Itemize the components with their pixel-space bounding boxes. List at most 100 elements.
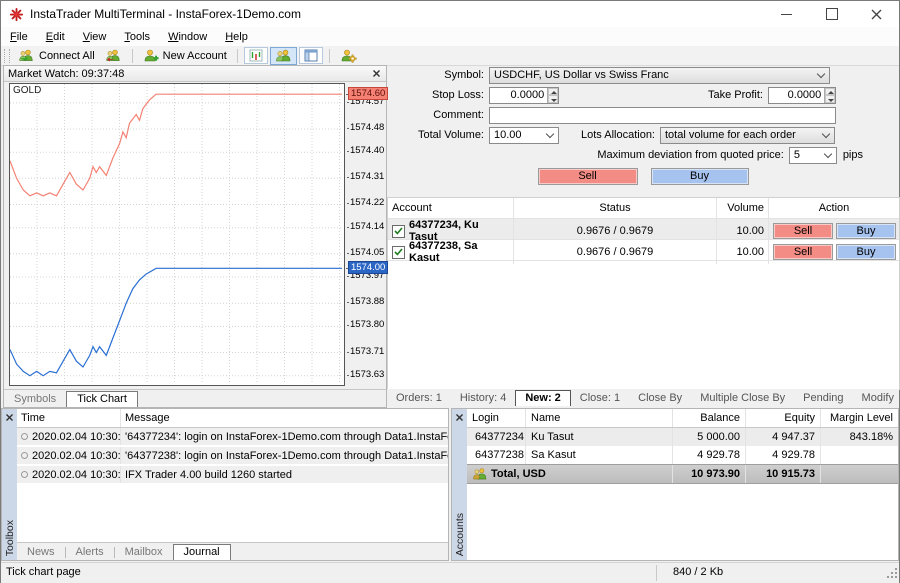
- connect-all-button[interactable]: Connect All: [13, 47, 100, 65]
- stop-loss-stepper[interactable]: [547, 88, 558, 103]
- deviation-select[interactable]: 5: [789, 147, 837, 164]
- lots-allocation-label: Lots Allocation:: [564, 129, 660, 141]
- name-cell: Ku Tasut: [526, 428, 673, 446]
- account-row[interactable]: 64377238 Sa Kasut 4 929.78 4 929.78: [467, 446, 898, 464]
- layout-view-icon: [304, 49, 318, 62]
- tick-chart-canvas: [10, 84, 342, 383]
- chevron-down-icon[interactable]: [542, 128, 558, 143]
- spin-up-icon[interactable]: [825, 88, 835, 96]
- row-sell-button[interactable]: Sell: [773, 223, 833, 239]
- price-tick-label: 1574.05: [350, 247, 384, 258]
- journal-row[interactable]: 2020.02.04 10:30:3... IFX Trader 4.00 bu…: [17, 466, 448, 485]
- lots-allocation-value: total volume for each order: [661, 129, 818, 141]
- minimize-button[interactable]: [764, 1, 809, 27]
- account-checkbox[interactable]: [392, 246, 405, 259]
- menu-help[interactable]: Help: [216, 29, 257, 45]
- maximize-button[interactable]: [809, 1, 854, 27]
- market-watch-title: Market Watch: 09:37:48: [8, 68, 370, 80]
- take-profit-input[interactable]: [769, 89, 824, 102]
- tab-pending[interactable]: Pending: [794, 391, 852, 406]
- total-equity-cell: 10 915.73: [746, 465, 821, 483]
- total-row: Total, USD 10 973.90 10 915.73: [467, 464, 898, 484]
- accounts-view-button[interactable]: [270, 47, 297, 65]
- sell-button[interactable]: Sell: [538, 168, 638, 185]
- tick-chart-view-icon: [249, 49, 263, 62]
- col-message: Message: [121, 409, 448, 427]
- close-button[interactable]: [854, 1, 899, 27]
- disconnect-all-button[interactable]: [100, 47, 127, 65]
- menu-window[interactable]: Window: [159, 29, 216, 45]
- tab-close-by[interactable]: Close By: [629, 391, 691, 406]
- comment-input[interactable]: [490, 109, 835, 122]
- login-cell: 64377234: [475, 431, 524, 443]
- total-label: Total, USD: [491, 468, 546, 480]
- journal-row[interactable]: 2020.02.04 10:30:4... '64377234': login …: [17, 428, 448, 447]
- tick-chart: GOLD: [9, 83, 345, 386]
- journal-row[interactable]: 2020.02.04 10:30:4... '64377238': login …: [17, 447, 448, 466]
- row-sell-button[interactable]: Sell: [773, 244, 833, 260]
- tab-alerts[interactable]: Alerts: [66, 545, 114, 560]
- disconnect-all-icon: [105, 49, 122, 63]
- table-row[interactable]: 64377238, Sa Kasut 0.9676 / 0.9679 10.00…: [388, 240, 899, 261]
- lots-allocation-select[interactable]: total volume for each order: [660, 127, 835, 144]
- menu-file[interactable]: File: [1, 29, 37, 45]
- layout-view-button[interactable]: [299, 47, 323, 64]
- accounts-panel: Accounts Login Name Balance Equity Margi…: [451, 408, 899, 561]
- chevron-down-icon[interactable]: [818, 128, 834, 143]
- market-watch-close-icon[interactable]: [370, 68, 382, 80]
- journal-table: Time Message 2020.02.04 10:30:4... '6437…: [17, 409, 448, 485]
- deviation-label: Maximum deviation from quoted price:: [597, 149, 788, 161]
- message-cell: IFX Trader 4.00 build 1260 started: [121, 466, 448, 483]
- chevron-down-icon[interactable]: [820, 148, 836, 163]
- chevron-down-icon[interactable]: [813, 68, 829, 83]
- tab-news[interactable]: News: [17, 545, 65, 560]
- row-buy-button[interactable]: Buy: [836, 244, 896, 260]
- account-row[interactable]: 64377234 Ku Tasut 5 000.00 4 947.37 843.…: [467, 428, 898, 446]
- equity-cell: 4 929.78: [746, 446, 821, 464]
- options-button[interactable]: [335, 47, 362, 65]
- spin-down-icon[interactable]: [548, 95, 558, 103]
- tab-mailbox[interactable]: Mailbox: [115, 545, 173, 560]
- new-account-button[interactable]: New Account: [138, 47, 232, 65]
- total-volume-select[interactable]: 10.00: [489, 127, 559, 144]
- tab-tick-chart[interactable]: Tick Chart: [66, 391, 138, 407]
- toolbar-grip[interactable]: [4, 49, 10, 63]
- accounts-close-icon[interactable]: [454, 411, 466, 423]
- tab-close[interactable]: Close: 1: [571, 391, 629, 406]
- row-buy-button[interactable]: Buy: [836, 223, 896, 239]
- total-accounts-icon: [472, 468, 488, 480]
- tab-history[interactable]: History: 4: [451, 391, 515, 406]
- tab-multiple-close-by[interactable]: Multiple Close By: [691, 391, 794, 406]
- col-login: Login: [467, 409, 526, 427]
- menu-edit[interactable]: Edit: [37, 29, 74, 45]
- symbol-select[interactable]: USDCHF, US Dollar vs Swiss Franc: [489, 67, 830, 84]
- tick-chart-view-button[interactable]: [244, 47, 268, 64]
- time-cell: 2020.02.04 10:30:4...: [32, 450, 121, 462]
- menu-tools[interactable]: Tools: [115, 29, 159, 45]
- toolbox-close-icon[interactable]: [4, 411, 16, 423]
- buy-button[interactable]: Buy: [651, 168, 749, 185]
- table-row[interactable]: 64377234, Ku Tasut 0.9676 / 0.9679 10.00…: [388, 219, 899, 240]
- status-bar: Tick chart page 840 / 2 Kb: [1, 562, 899, 583]
- tab-orders[interactable]: Orders: 1: [387, 391, 451, 406]
- tab-symbols[interactable]: Symbols: [4, 392, 66, 407]
- spin-up-icon[interactable]: [548, 88, 558, 96]
- status-message: Tick chart page: [6, 566, 81, 578]
- price-tick-label: 1573.71: [350, 346, 384, 357]
- deviation-value: 5: [790, 149, 820, 161]
- col-equity: Equity: [746, 409, 821, 427]
- new-account-icon: [143, 49, 159, 63]
- stop-loss-input[interactable]: [490, 89, 547, 102]
- tab-new[interactable]: New: 2: [515, 390, 570, 406]
- symbol-value: USDCHF, US Dollar vs Swiss Franc: [490, 69, 813, 81]
- tab-journal[interactable]: Journal: [173, 544, 231, 560]
- col-status: Status: [514, 198, 717, 218]
- price-tick-label: 1574.40: [350, 145, 384, 156]
- tab-modify[interactable]: Modify: [853, 391, 900, 406]
- account-checkbox[interactable]: [392, 225, 405, 238]
- menu-view[interactable]: View: [74, 29, 116, 45]
- take-profit-stepper[interactable]: [824, 88, 835, 103]
- resize-grip[interactable]: [886, 567, 898, 582]
- spin-down-icon[interactable]: [825, 95, 835, 103]
- toolbox-strip-label: Toolbox: [4, 520, 16, 556]
